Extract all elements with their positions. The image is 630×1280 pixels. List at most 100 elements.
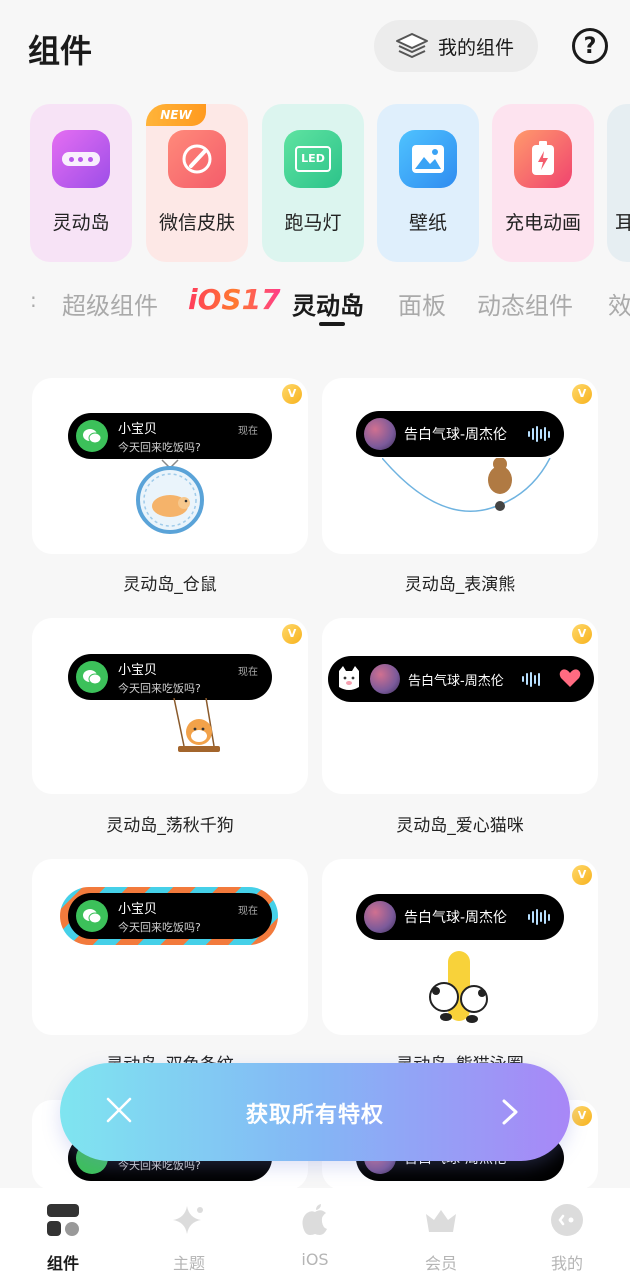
category-row: 灵动岛 NEW 微信皮肤 LED 跑马灯 壁纸 充电动画 耳: [0, 104, 630, 264]
nav-label: iOS: [301, 1250, 329, 1269]
shiba-swing-illustration: [173, 698, 220, 752]
category-charging-animation[interactable]: 充电动画: [492, 104, 594, 262]
message-text: 今天回来吃饭吗?: [118, 440, 201, 454]
layers-icon: [396, 33, 428, 58]
wallpaper-icon: [399, 130, 457, 188]
tab-prefix: :: [30, 288, 37, 312]
promo-banner[interactable]: 获取所有特权: [60, 1063, 570, 1161]
battery-charge-icon: [514, 130, 572, 188]
help-icon[interactable]: ?: [572, 28, 608, 64]
widget-card-panda-swim-ring[interactable]: 告白气球-周杰伦 V: [322, 859, 598, 1035]
message-text: 今天回来吃饭吗?: [118, 681, 201, 695]
category-wallpaper[interactable]: 壁纸: [377, 104, 479, 262]
tab-ios17[interactable]: iOS17: [188, 283, 281, 316]
nav-item-themes[interactable]: 主题: [126, 1188, 252, 1280]
widgets-icon: [47, 1204, 79, 1236]
tab-panel[interactable]: 面板: [398, 286, 446, 321]
widget-card-heart-cat[interactable]: 告白气球-周杰伦 V: [322, 618, 598, 794]
crown-icon: [426, 1210, 456, 1232]
card-title: 灵动岛_仓鼠: [123, 575, 217, 595]
sound-wave-icon: [528, 426, 550, 442]
card-title: 灵动岛_爱心猫咪: [396, 816, 524, 836]
paint-brush-icon: [168, 130, 226, 188]
nav-item-membership[interactable]: 会员: [378, 1188, 504, 1280]
hamster-wheel-illustration: [136, 459, 204, 534]
vip-badge: V: [572, 1106, 592, 1126]
nav-label: 组件: [46, 1254, 79, 1273]
tab-effects[interactable]: 效: [608, 286, 630, 321]
message-time: 现在: [238, 426, 258, 437]
category-label: 灵动岛: [52, 212, 110, 234]
bottom-nav: 组件 主题 iOS 会员 我的: [0, 1188, 630, 1280]
vip-badge: V: [572, 865, 592, 885]
nav-item-profile[interactable]: 我的: [504, 1188, 630, 1280]
tab-dynamic-widgets[interactable]: 动态组件: [477, 286, 573, 321]
sound-wave-icon: [528, 909, 550, 925]
wechat-icon: [76, 900, 108, 932]
my-widgets-button[interactable]: 我的组件: [374, 20, 538, 72]
cat-icon: [339, 666, 359, 690]
widget-card-swing-dog[interactable]: 小宝贝 今天回来吃饭吗? 现在 V: [32, 618, 308, 794]
contact-name: 小宝贝: [118, 421, 158, 437]
song-title: 告白气球-周杰伦: [404, 910, 508, 926]
island-preview: 小宝贝 今天回来吃饭吗? 现在: [68, 893, 272, 939]
widget-card-two-tone-stripes[interactable]: 小宝贝 今天回来吃饭吗? 现在: [32, 859, 308, 1035]
category-dynamic-island[interactable]: 灵动岛: [30, 104, 132, 262]
island-preview: 小宝贝 今天回来吃饭吗? 现在: [68, 413, 272, 459]
nav-label: 主题: [172, 1254, 205, 1273]
message-text: 今天回来吃饭吗?: [118, 920, 201, 934]
sparkle-icon: [173, 1206, 203, 1234]
island-preview: 告白气球-周杰伦: [328, 656, 594, 702]
card-title: 灵动岛_表演熊: [404, 575, 516, 595]
song-title: 告白气球-周杰伦: [404, 427, 508, 443]
chevron-right-icon[interactable]: [500, 1097, 520, 1127]
island-preview: 告白气球-周杰伦: [356, 411, 564, 457]
vip-badge: V: [572, 384, 592, 404]
category-marquee[interactable]: LED 跑马灯: [262, 104, 364, 262]
page-title: 组件: [28, 32, 93, 70]
category-label: 壁纸: [408, 212, 447, 234]
vip-badge: V: [282, 624, 302, 644]
song-title: 告白气球-周杰伦: [408, 673, 504, 689]
message-time: 现在: [238, 667, 258, 678]
header: 组件 我的组件 ?: [0, 0, 630, 95]
tab-active-indicator: [319, 322, 345, 326]
widget-card-performing-bear[interactable]: 告白气球-周杰伦 V: [322, 378, 598, 554]
category-label: 跑马灯: [284, 212, 342, 234]
category-label: 充电动画: [504, 212, 581, 234]
nav-label: 我的: [550, 1254, 583, 1273]
card-title: 灵动岛_荡秋千狗: [106, 816, 234, 836]
nav-item-ios[interactable]: iOS: [252, 1188, 378, 1280]
profile-icon: [551, 1204, 583, 1236]
led-icon: LED: [284, 130, 342, 188]
new-badge: NEW: [146, 104, 206, 126]
heart-icon: [559, 669, 581, 687]
album-cover: [364, 901, 396, 933]
contact-name: 小宝贝: [118, 662, 158, 678]
apple-icon: [302, 1204, 327, 1235]
dynamic-island-icon: [52, 130, 110, 188]
wechat-icon: [76, 420, 108, 452]
nav-label: 会员: [424, 1254, 457, 1273]
bear-unicycle-illustration: [382, 458, 551, 512]
panda-swim-ring-illustration: [429, 951, 488, 1023]
my-widgets-label: 我的组件: [438, 36, 515, 59]
category-earphone[interactable]: 耳: [607, 104, 630, 262]
album-cover: [370, 664, 400, 694]
vip-badge: V: [572, 624, 592, 644]
widget-card-hamster[interactable]: 小宝贝 今天回来吃饭吗? 现在 V: [32, 378, 308, 554]
tab-dynamic-island[interactable]: 灵动岛: [292, 286, 364, 321]
widget-tabs: : 超级组件 iOS17 灵动岛 面板 动态组件 效: [0, 280, 630, 330]
nav-item-widgets[interactable]: 组件: [0, 1188, 126, 1280]
category-wechat-skin[interactable]: NEW 微信皮肤: [146, 104, 248, 262]
vip-badge: V: [282, 384, 302, 404]
category-label: 耳: [615, 212, 630, 234]
category-label: 微信皮肤: [158, 212, 235, 234]
tab-super-widgets[interactable]: 超级组件: [62, 286, 158, 321]
album-cover: [364, 418, 396, 450]
contact-name: 小宝贝: [118, 901, 158, 917]
sound-wave-icon: [522, 671, 540, 687]
island-preview: 小宝贝 今天回来吃饭吗? 现在: [68, 654, 272, 700]
promo-text: 获取所有特权: [245, 1103, 384, 1128]
message-time: 现在: [238, 906, 258, 917]
